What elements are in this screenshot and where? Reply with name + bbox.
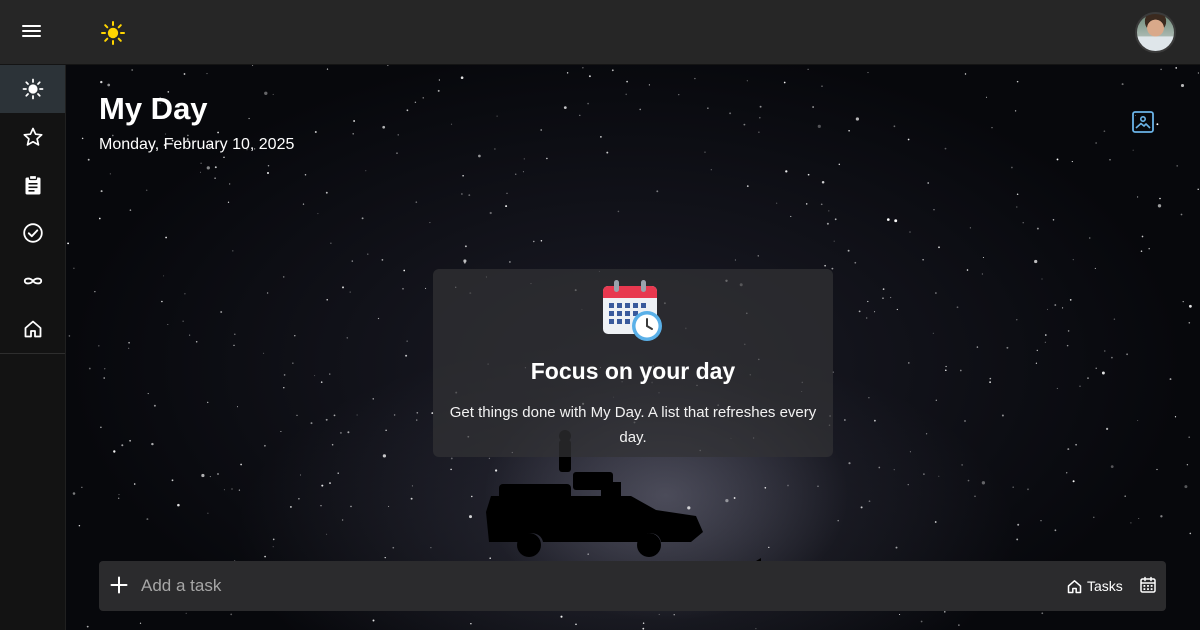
home-icon	[24, 320, 41, 338]
plus-icon[interactable]	[109, 575, 129, 595]
empty-state-text: Get things done with My Day. A list that…	[449, 404, 817, 446]
add-task-input[interactable]	[141, 571, 961, 601]
check-circle-icon	[22, 223, 43, 243]
empty-state-title: Focus on your day	[530, 358, 736, 384]
sidebar-item-completed[interactable]	[0, 209, 65, 257]
infinity-icon	[23, 277, 42, 285]
sidebar-item-tasks[interactable]	[0, 305, 65, 353]
hamburger-icon[interactable]	[22, 22, 44, 44]
top-bar	[0, 0, 1200, 65]
calendar-icon[interactable]	[1138, 575, 1158, 595]
sidebar-item-planned[interactable]	[0, 161, 65, 209]
sidebar	[0, 65, 66, 630]
clipboard-icon	[25, 174, 40, 195]
empty-state-card: Focus on your day Get things done with M…	[433, 269, 833, 457]
sidebar-item-important[interactable]	[0, 113, 65, 161]
home-icon	[1067, 579, 1082, 593]
main-panel: My Day Monday, February 10, 2025 Focus o…	[66, 65, 1200, 630]
calendar-clock-icon	[603, 280, 662, 341]
page-title: My Day	[99, 91, 208, 126]
page-date: Monday, February 10, 2025	[99, 136, 295, 153]
image-icon[interactable]	[1130, 109, 1156, 135]
sidebar-item-all[interactable]	[0, 257, 65, 305]
add-task-bar: Tasks	[99, 561, 1166, 611]
sun-icon	[22, 78, 43, 100]
list-selector-button[interactable]: Tasks	[1066, 576, 1123, 596]
sun-icon	[101, 21, 125, 45]
user-avatar[interactable]	[1135, 12, 1176, 53]
list-selector-label: Tasks	[1087, 578, 1123, 594]
sidebar-divider	[0, 353, 65, 354]
star-icon	[22, 127, 43, 146]
sidebar-item-my-day[interactable]	[0, 65, 65, 113]
